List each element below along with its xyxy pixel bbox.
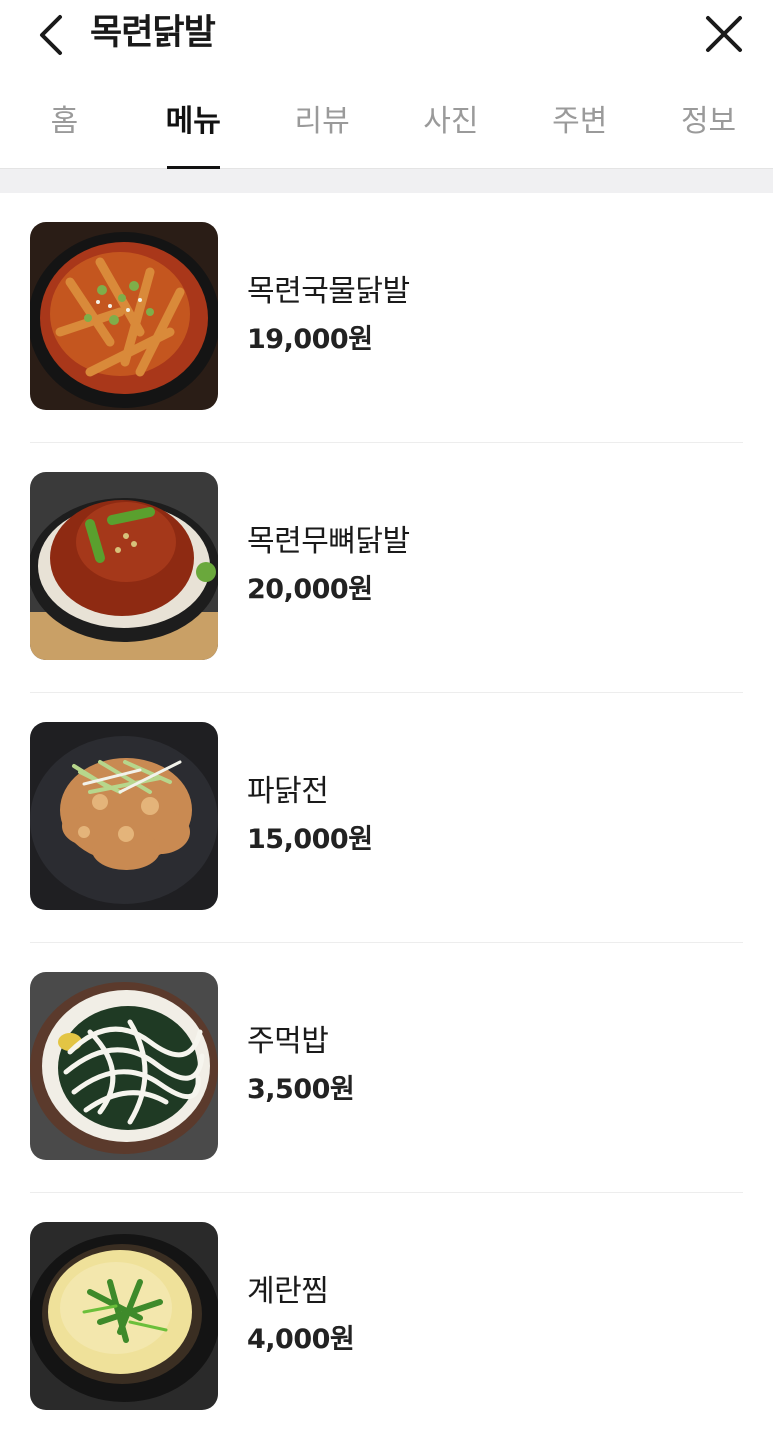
- top-app-bar: 목련닭발: [0, 0, 773, 70]
- tab-info[interactable]: 정보: [644, 78, 773, 168]
- menu-item-price: 20,000원: [247, 574, 373, 605]
- menu-item[interactable]: 계란찜 4,000원: [30, 1193, 743, 1442]
- menu-item-name: 목련무뼈닭발: [247, 524, 410, 559]
- menu-item-price: 4,000원: [247, 1324, 355, 1355]
- menu-list: 목련국물닭발 19,000원 목련무뼈닭발 20,000원 파닭전 15,000…: [0, 193, 773, 1442]
- menu-item[interactable]: 주먹밥 3,500원: [30, 943, 743, 1193]
- menu-item-photo: [30, 972, 218, 1160]
- menu-item-price: 3,500원: [247, 1074, 355, 1105]
- tab-photos[interactable]: 사진: [386, 78, 515, 168]
- tab-menu[interactable]: 메뉴: [129, 78, 258, 169]
- tab-nearby[interactable]: 주변: [515, 78, 644, 168]
- tab-bar: 홈 메뉴 리뷰 사진 주변 정보: [0, 78, 773, 169]
- close-button[interactable]: [702, 12, 746, 56]
- menu-item[interactable]: 목련무뼈닭발 20,000원: [30, 443, 743, 693]
- menu-item-name: 계란찜: [247, 1274, 329, 1309]
- menu-item-name: 목련국물닭발: [247, 274, 410, 309]
- menu-item-price: 15,000원: [247, 824, 373, 855]
- tab-reviews[interactable]: 리뷰: [258, 78, 387, 168]
- menu-item-photo: [30, 1222, 218, 1410]
- menu-item-photo: [30, 472, 218, 660]
- menu-item-photo: [30, 722, 218, 910]
- back-button[interactable]: [34, 14, 70, 56]
- section-divider: [0, 169, 773, 193]
- chevron-left-icon: [40, 15, 62, 55]
- close-icon: [706, 16, 742, 52]
- tab-home[interactable]: 홈: [0, 78, 129, 168]
- menu-item[interactable]: 파닭전 15,000원: [30, 693, 743, 943]
- menu-item-name: 파닭전: [247, 774, 329, 809]
- page-title: 목련닭발: [90, 13, 216, 53]
- menu-item[interactable]: 목련국물닭발 19,000원: [30, 193, 743, 443]
- menu-item-name: 주먹밥: [247, 1024, 329, 1059]
- menu-item-photo: [30, 222, 218, 410]
- menu-item-price: 19,000원: [247, 324, 373, 355]
